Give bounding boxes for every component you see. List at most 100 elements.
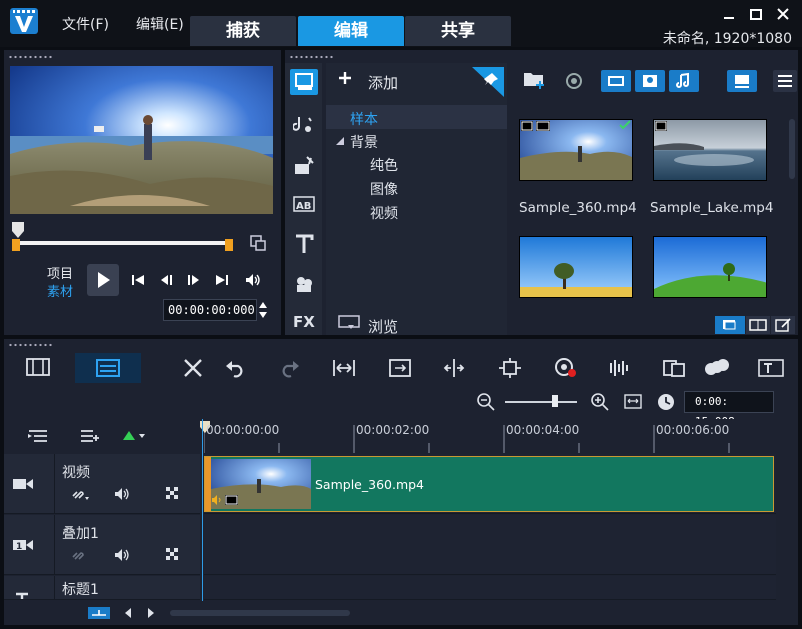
media-category-icon[interactable] — [290, 69, 318, 95]
zoom-slider-handle[interactable] — [552, 395, 558, 407]
timeline-scrollbar[interactable] — [170, 610, 350, 616]
track-volume-icon[interactable] — [114, 487, 132, 501]
zoom-in-icon[interactable] — [590, 392, 610, 412]
add-marker-icon[interactable] — [88, 607, 110, 619]
thumb-scrollbar[interactable] — [789, 119, 795, 179]
svg-text:AB: AB — [296, 201, 311, 212]
project-duration: 0:00: 15:008 — [684, 391, 774, 428]
scroll-left-icon[interactable] — [124, 608, 132, 618]
list-view-icon[interactable] — [773, 70, 797, 92]
filter-image-button[interactable] — [635, 70, 665, 92]
add-folder-icon[interactable] — [338, 71, 352, 85]
timeline-clip[interactable]: Sample_360.mp4 — [204, 456, 774, 512]
import-folder-icon[interactable] — [523, 69, 547, 89]
track-header-video[interactable]: 视频 — [4, 454, 200, 514]
trim-bar[interactable] — [12, 239, 233, 251]
tab-capture[interactable]: 捕获 — [190, 16, 296, 46]
filter-video-button[interactable] — [601, 70, 631, 92]
link-icon[interactable] — [70, 487, 92, 501]
capture-icon[interactable] — [565, 72, 583, 90]
mode-clip[interactable]: 素材 — [47, 281, 73, 300]
color-palette-icon[interactable] — [704, 357, 730, 379]
panel-grip[interactable] — [8, 55, 54, 59]
tree-item-sample[interactable]: 样本 — [326, 105, 507, 129]
browse-icon[interactable] — [338, 315, 360, 331]
zoom-out-icon[interactable] — [476, 392, 496, 412]
mode-project[interactable]: 项目 — [47, 263, 73, 282]
prev-frame-icon[interactable] — [158, 272, 174, 288]
filter-audio-button[interactable] — [669, 70, 699, 92]
audio-category-icon[interactable] — [293, 113, 315, 135]
panel-grip[interactable] — [8, 343, 54, 347]
browse-label[interactable]: 浏览 — [368, 316, 398, 337]
tree-item-video[interactable]: 视频 — [326, 201, 507, 225]
next-frame-icon[interactable] — [186, 272, 202, 288]
close-icon[interactable] — [772, 6, 794, 22]
scrubber-handle-icon[interactable] — [12, 222, 24, 238]
record-icon[interactable] — [554, 357, 578, 379]
panel-grip[interactable] — [289, 55, 335, 59]
title-editor-icon[interactable] — [758, 357, 784, 379]
track-grid-icon[interactable] — [166, 548, 180, 562]
text-category-icon[interactable] — [293, 233, 315, 255]
scroll-right-icon[interactable] — [147, 608, 155, 618]
tab-share[interactable]: 共享 — [405, 16, 511, 46]
fx-category-icon[interactable]: FX — [293, 313, 315, 331]
multi-camera-icon[interactable] — [662, 357, 686, 379]
tree-item-solid[interactable]: 纯色 — [326, 153, 507, 177]
auto-scroll-icon[interactable] — [388, 357, 412, 379]
chapter-marker-icon[interactable] — [122, 430, 146, 442]
title-category-icon[interactable]: AB — [293, 193, 315, 215]
play-button[interactable] — [87, 264, 119, 296]
go-end-icon[interactable] — [214, 272, 230, 288]
add-folder-label[interactable]: 添加 — [368, 72, 398, 93]
edit-icon[interactable] — [771, 316, 795, 334]
tree-item-image[interactable]: 图像 — [326, 177, 507, 201]
thumb-label: Sample_Lake.mp4 — [650, 200, 774, 216]
list-detail-icon[interactable] — [746, 316, 770, 334]
pin-icon[interactable] — [472, 67, 504, 97]
zoom-slider[interactable] — [505, 401, 577, 403]
timecode-field[interactable]: 00:00:00:000 — [163, 299, 257, 321]
tab-edit[interactable]: 编辑 — [298, 16, 404, 46]
maximize-icon[interactable] — [745, 6, 767, 22]
minimize-icon[interactable] — [718, 6, 740, 22]
playhead-line[interactable] — [202, 419, 203, 601]
fit-timeline-icon[interactable] — [624, 393, 642, 411]
volume-icon[interactable] — [244, 272, 262, 288]
tools-icon[interactable] — [182, 357, 204, 379]
used-check-icon — [619, 120, 631, 130]
title-track-area[interactable] — [204, 576, 776, 600]
storyboard-view-icon[interactable] — [26, 357, 50, 377]
menu-file[interactable]: 文件(F) — [62, 14, 109, 34]
thumb-sample-lake[interactable] — [653, 119, 767, 181]
track-header-overlay[interactable]: 1 叠加1 — [4, 515, 200, 575]
track-manager-icon[interactable] — [28, 429, 48, 443]
timecode-stepper-icon[interactable] — [258, 299, 268, 321]
undo-icon[interactable] — [224, 357, 246, 379]
fit-project-icon[interactable] — [332, 357, 356, 379]
link-icon[interactable] — [70, 548, 86, 562]
tree-item-background[interactable]: 背景 — [326, 129, 507, 153]
time-ruler[interactable] — [200, 419, 776, 453]
graphics-category-icon[interactable] — [293, 273, 315, 295]
track-header-title[interactable]: 标题1 — [4, 576, 200, 600]
video-track-area[interactable]: Sample_360.mp4 — [204, 454, 776, 514]
redo-icon[interactable] — [279, 357, 301, 379]
split-icon[interactable] — [442, 357, 466, 379]
thumb-tree-yellow[interactable] — [519, 236, 633, 298]
enlarge-preview-icon[interactable] — [250, 235, 266, 251]
menu-edit[interactable]: 编辑(E) — [136, 14, 184, 34]
view-toggle-button[interactable] — [727, 70, 757, 92]
audio-mixer-icon[interactable] — [608, 357, 632, 379]
ripple-icon[interactable] — [498, 357, 522, 379]
add-track-icon[interactable] — [80, 429, 100, 443]
track-grid-icon[interactable] — [166, 487, 180, 501]
transition-category-icon[interactable] — [293, 155, 315, 177]
thumb-view-icon[interactable] — [715, 316, 745, 334]
track-volume-icon[interactable] — [114, 548, 132, 562]
go-start-icon[interactable] — [130, 272, 146, 288]
thumb-green-hill[interactable] — [653, 236, 767, 298]
overlay-track-area[interactable] — [204, 515, 776, 575]
timeline-view-button[interactable] — [75, 353, 141, 383]
